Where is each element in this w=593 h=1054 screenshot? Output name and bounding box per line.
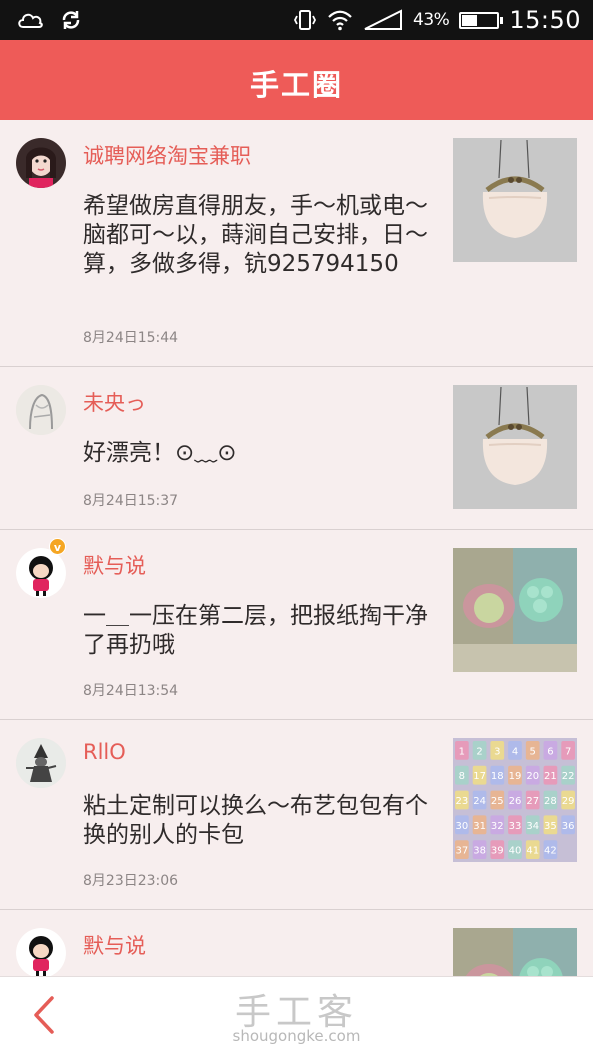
grid-number: 39 bbox=[491, 846, 504, 857]
clock: 15:50 bbox=[509, 6, 581, 34]
page-title: 手工圈 bbox=[249, 68, 343, 102]
post-thumbnail[interactable]: 1 2 3 4 5 6 7 8 17 18 19 20 21 22 23 24 25 26 27 28 29 30 31 32… bbox=[453, 738, 577, 862]
status-bar-left bbox=[16, 8, 82, 32]
coin-purse-image bbox=[453, 385, 577, 509]
grid-number: 21 bbox=[544, 771, 557, 782]
grid-number: 17 bbox=[473, 771, 486, 782]
status-bar-right: 43% 15:50 bbox=[293, 6, 581, 34]
grid-number: 19 bbox=[509, 771, 522, 782]
username[interactable]: RllO bbox=[83, 740, 126, 764]
battery-percent: 43% bbox=[413, 10, 450, 30]
vibrate-icon bbox=[294, 10, 317, 30]
coin-purse-image bbox=[453, 138, 577, 262]
grid-number: 28 bbox=[544, 796, 557, 807]
brand-url: shougongke.com bbox=[232, 1027, 361, 1045]
list-item[interactable]: RllO 粘土定制可以换么～布艺包包有个换的别人的卡包 8月23日23:06 1… bbox=[0, 720, 593, 910]
cloud-icon bbox=[18, 13, 43, 28]
wifi-icon bbox=[328, 10, 352, 31]
signal-icon bbox=[364, 9, 403, 30]
grid-number: 18 bbox=[491, 771, 504, 782]
avatar[interactable] bbox=[16, 138, 66, 188]
post-thumbnail[interactable] bbox=[453, 138, 577, 262]
username[interactable]: 默与说 bbox=[83, 550, 146, 580]
username[interactable]: 诚聘网络淘宝兼职 bbox=[83, 140, 251, 170]
list-item[interactable]: 诚聘网络淘宝兼职 希望做房直得朋友，手～机或电～脑都可～以，蒔涧自己安排，日～算… bbox=[0, 120, 593, 367]
grid-number: 36 bbox=[562, 821, 575, 832]
grid-number: 37 bbox=[455, 846, 468, 857]
verified-badge-icon: v bbox=[49, 538, 66, 555]
grid-number: 1 bbox=[459, 746, 465, 757]
post-thumbnail[interactable] bbox=[453, 548, 577, 672]
grid-number: 6 bbox=[547, 746, 553, 757]
numbered-grid-image: 1 2 3 4 5 6 78 17 18 19 20 21 2223 24 25 26 27 28 2930 31 32… bbox=[453, 738, 577, 862]
grid-number: 26 bbox=[509, 796, 522, 807]
post-content[interactable]: 粘土定制可以换么～布艺包包有个换的别人的卡包 bbox=[83, 792, 428, 850]
avatar-cartoon-girl-image bbox=[16, 928, 66, 976]
bottom-bar: 手工客 shougongke.com bbox=[0, 976, 593, 1054]
username[interactable]: 默与说 bbox=[83, 930, 146, 960]
avatar-figure-image bbox=[16, 738, 66, 788]
grid-number: 38 bbox=[473, 846, 486, 857]
clay-flowers-image bbox=[453, 928, 577, 976]
status-bar: 43% 15:50 bbox=[0, 0, 593, 40]
post-thumbnail[interactable] bbox=[453, 928, 577, 976]
grid-number: 3 bbox=[494, 746, 500, 757]
grid-number: 5 bbox=[530, 746, 536, 757]
avatar-girl-image bbox=[16, 138, 66, 188]
grid-number: 27 bbox=[526, 796, 539, 807]
grid-number: 33 bbox=[509, 821, 522, 832]
grid-number: 7 bbox=[565, 746, 571, 757]
grid-number: 4 bbox=[512, 746, 518, 757]
avatar[interactable] bbox=[16, 928, 66, 976]
post-thumbnail[interactable] bbox=[453, 385, 577, 509]
grid-number: 2 bbox=[476, 746, 482, 757]
header: 手工圈 bbox=[0, 40, 593, 120]
post-time: 8月24日15:44 bbox=[83, 330, 179, 346]
grid-number: 20 bbox=[526, 771, 539, 782]
avatar[interactable] bbox=[16, 738, 66, 788]
grid-number: 40 bbox=[509, 846, 522, 857]
post-time: 8月24日15:37 bbox=[83, 493, 179, 509]
grid-number: 35 bbox=[544, 821, 557, 832]
grid-number: 8 bbox=[459, 771, 465, 782]
avatar[interactable] bbox=[16, 385, 66, 435]
avatar-sketch-image bbox=[16, 385, 66, 435]
grid-number: 31 bbox=[473, 821, 486, 832]
avatar[interactable] bbox=[16, 548, 66, 598]
sync-icon bbox=[62, 11, 80, 29]
grid-number: 22 bbox=[562, 771, 575, 782]
grid-number: 23 bbox=[455, 796, 468, 807]
grid-number: 30 bbox=[455, 821, 468, 832]
battery-level bbox=[462, 14, 478, 26]
clay-flowers-image bbox=[453, 548, 577, 672]
list-item[interactable]: 默与说 一＿一压在第二层，把报纸掏干净了再扔哦 8月24日13:54 bbox=[0, 530, 593, 720]
post-content[interactable]: 一＿一压在第二层，把报纸掏干净了再扔哦 bbox=[83, 602, 428, 660]
post-content[interactable]: 好漂亮！⊙﹏⊙ bbox=[83, 439, 428, 468]
grid-number: 32 bbox=[491, 821, 504, 832]
avatar-cartoon-girl-image bbox=[16, 548, 66, 598]
feed-list[interactable]: 诚聘网络淘宝兼职 希望做房直得朋友，手～机或电～脑都可～以，蒔涧自己安排，日～算… bbox=[0, 120, 593, 976]
grid-number: 34 bbox=[526, 821, 539, 832]
grid-number: 25 bbox=[491, 796, 504, 807]
username[interactable]: 未央っ bbox=[83, 387, 146, 417]
grid-number: 42 bbox=[544, 846, 557, 857]
grid-number: 29 bbox=[562, 796, 575, 807]
grid-number: 24 bbox=[473, 796, 486, 807]
post-time: 8月24日13:54 bbox=[83, 683, 179, 699]
battery-icon bbox=[459, 11, 504, 29]
grid-number: 41 bbox=[526, 846, 539, 857]
list-item[interactable]: 默与说 bbox=[0, 910, 593, 976]
post-content[interactable]: 希望做房直得朋友，手～机或电～脑都可～以，蒔涧自己安排，日～算，多做多得，钪92… bbox=[83, 192, 428, 279]
list-item[interactable]: 未央っ 好漂亮！⊙﹏⊙ 8月24日15:37 bbox=[0, 367, 593, 530]
post-time: 8月23日23:06 bbox=[83, 873, 179, 889]
